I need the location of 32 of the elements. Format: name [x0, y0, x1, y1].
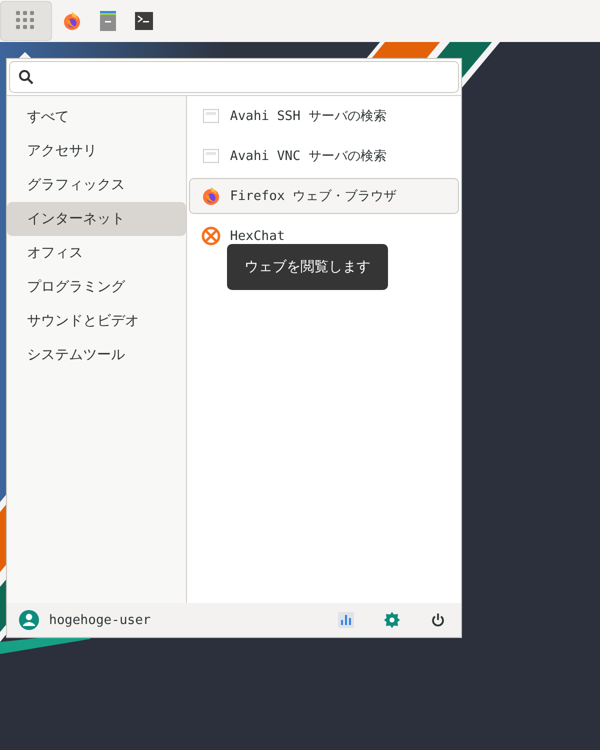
category-item[interactable]: サウンドとビデオ: [7, 304, 186, 338]
firefox-icon: [201, 186, 221, 206]
app-label: HexChat: [230, 228, 285, 244]
search-icon: [18, 69, 34, 85]
settings-icon: [384, 612, 400, 628]
firefox-icon: [62, 11, 82, 31]
power-icon: [431, 613, 445, 627]
hexchat-icon: [201, 226, 221, 246]
app-item[interactable]: Avahi SSH サーバの検索: [189, 98, 459, 134]
user-name: hogehoge-user: [49, 612, 152, 628]
archive-icon: [99, 11, 117, 31]
network-icon: [203, 149, 219, 163]
app-label: Avahi VNC サーバの検索: [230, 148, 386, 165]
category-item[interactable]: システムツール: [7, 338, 186, 372]
category-item[interactable]: インターネット: [7, 202, 186, 236]
category-item[interactable]: グラフィックス: [7, 168, 186, 202]
network-icon: [203, 109, 219, 123]
category-item[interactable]: プログラミング: [7, 270, 186, 304]
app-grid-icon: [16, 11, 36, 31]
category-item[interactable]: すべて: [7, 100, 186, 134]
monitor-icon: [338, 612, 354, 628]
category-item[interactable]: アクセサリ: [7, 134, 186, 168]
app-item[interactable]: Firefox ウェブ・ブラウザ: [189, 178, 459, 214]
app-menu-button[interactable]: [0, 1, 52, 41]
terminal-icon: [135, 12, 153, 30]
user-avatar-icon: [19, 610, 39, 630]
app-label: Avahi SSH サーバの検索: [230, 108, 386, 125]
search-field[interactable]: [9, 61, 459, 93]
app-label: Firefox ウェブ・ブラウザ: [230, 188, 397, 205]
category-item[interactable]: オフィス: [7, 236, 186, 270]
app-item[interactable]: Avahi VNC サーバの検索: [189, 138, 459, 174]
tooltip: ウェブを閲覧します: [227, 244, 388, 290]
